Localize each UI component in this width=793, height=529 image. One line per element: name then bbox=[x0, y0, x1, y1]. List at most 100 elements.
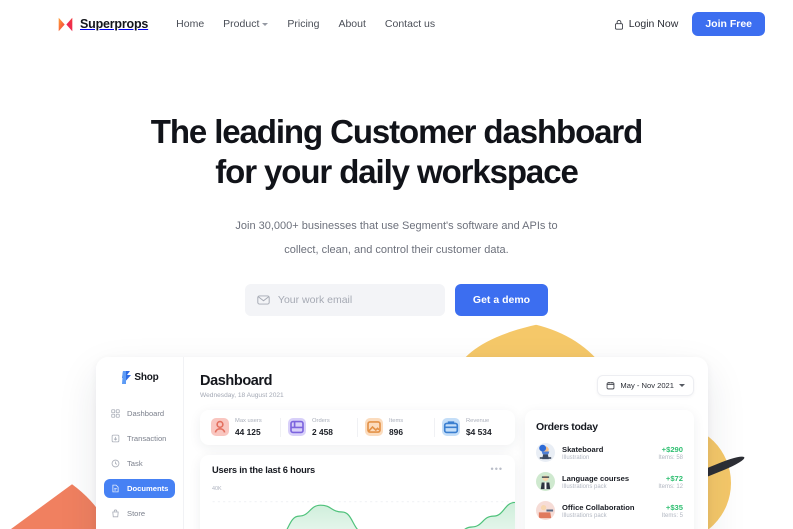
dashboard-header: Dashboard Wednesday, 18 August 2021 May … bbox=[200, 373, 694, 399]
shop-logo[interactable]: Shop bbox=[96, 371, 183, 384]
dashboard-panels: Max users 44 125 Orders 2 458 Items 896 … bbox=[200, 410, 694, 529]
nav-item-label: About bbox=[338, 18, 366, 30]
sidebar-item-label: Documents bbox=[127, 484, 169, 493]
order-list-item[interactable]: Office Collaboration Illustrations pack … bbox=[536, 501, 683, 520]
dashboard-sidebar: Shop Dashboard Transaction Task Document… bbox=[96, 357, 184, 529]
order-list-item[interactable]: Skateboard Illustration +$290 Items: 58 bbox=[536, 443, 683, 462]
office-avatar bbox=[536, 501, 555, 520]
users-area-chart bbox=[212, 500, 515, 529]
landing-page: Superprops Home Product Pricing About Co… bbox=[0, 0, 793, 529]
stats-card: Max users 44 125 Orders 2 458 Items 896 … bbox=[200, 410, 515, 445]
subtitle-line-1: Join 30,000+ businesses that use Segment… bbox=[235, 220, 558, 232]
grid-icon bbox=[111, 409, 120, 418]
sidebar-item-task[interactable]: Task bbox=[104, 454, 175, 473]
order-items-count: Items: 5 bbox=[661, 512, 683, 519]
page-title: The leading Customer dashboard for your … bbox=[0, 112, 793, 192]
date-range-picker[interactable]: May - Nov 2021 bbox=[597, 375, 694, 396]
chevron-down-icon bbox=[679, 384, 685, 387]
bag-icon bbox=[112, 509, 119, 518]
nav-item-home[interactable]: Home bbox=[176, 18, 204, 30]
login-label: Login Now bbox=[628, 18, 679, 30]
dashboard-right-column: Orders today Skateboard Illustration +$2… bbox=[525, 410, 694, 529]
get-a-demo-button[interactable]: Get a demo bbox=[454, 284, 549, 316]
language-avatar bbox=[536, 472, 555, 491]
stat-text: Items 896 bbox=[389, 418, 403, 437]
dashboard-title: Dashboard bbox=[200, 373, 273, 389]
hero-signup-form: Get a demo bbox=[0, 284, 793, 316]
stat-text: Orders 2 458 bbox=[312, 418, 333, 437]
subtitle-line-2: collect, clean, and control their custom… bbox=[284, 244, 509, 256]
stat-orders: Orders 2 458 bbox=[281, 418, 358, 437]
stat-label: Revenue bbox=[466, 418, 490, 424]
document-icon bbox=[112, 484, 119, 493]
sidebar-item-dashboard[interactable]: Dashboard bbox=[104, 404, 175, 423]
butterfly-logo-icon bbox=[58, 17, 73, 31]
order-subtitle: Illustrations pack bbox=[562, 512, 607, 519]
nav-item-pricing[interactable]: Pricing bbox=[287, 18, 319, 30]
top-right-actions: Login Now Join Free bbox=[614, 11, 765, 37]
user-icon bbox=[211, 418, 229, 437]
date-range-label: May - Nov 2021 bbox=[620, 381, 674, 390]
order-subtitle: Illustrations pack bbox=[562, 483, 607, 490]
mail-icon bbox=[257, 295, 270, 305]
sidebar-item-label: Dashboard bbox=[127, 409, 165, 418]
order-amount: +$35 bbox=[665, 502, 683, 512]
briefcase-icon bbox=[442, 418, 460, 437]
stat-max-users: Max users 44 125 bbox=[204, 418, 281, 437]
headline-line-2: for your daily workspace bbox=[215, 153, 579, 190]
sidebar-item-documents[interactable]: Documents bbox=[104, 479, 175, 498]
more-dots-icon[interactable]: ••• bbox=[491, 465, 503, 474]
stat-value: 44 125 bbox=[235, 426, 261, 437]
order-amounts: +$290 Items: 58 bbox=[658, 445, 683, 461]
calendar-icon bbox=[607, 381, 615, 390]
dashboard-left-column: Max users 44 125 Orders 2 458 Items 896 … bbox=[200, 410, 515, 529]
dashboard-heading-group: Dashboard Wednesday, 18 August 2021 bbox=[200, 373, 284, 399]
login-link[interactable]: Login Now bbox=[614, 18, 679, 30]
nav-item-about[interactable]: About bbox=[338, 18, 365, 30]
lock-icon bbox=[614, 19, 623, 30]
order-name: Language courses bbox=[562, 473, 630, 483]
join-free-button[interactable]: Join Free bbox=[692, 11, 765, 37]
stat-label: Max users bbox=[235, 418, 262, 424]
stat-value: 2 458 bbox=[312, 426, 333, 437]
download-icon bbox=[111, 434, 120, 443]
top-navigation-bar: Superprops Home Product Pricing About Co… bbox=[0, 0, 793, 48]
image-icon bbox=[365, 418, 383, 437]
order-subtitle: Illustration bbox=[562, 454, 590, 461]
clock-icon bbox=[111, 459, 120, 468]
email-field[interactable] bbox=[277, 294, 433, 306]
inbox-icon bbox=[288, 418, 306, 437]
chart-title: Users in the last 6 hours bbox=[212, 464, 315, 475]
brand-name: Superprops bbox=[80, 17, 149, 31]
orders-today-card: Orders today Skateboard Illustration +$2… bbox=[525, 410, 694, 529]
order-amount: +$72 bbox=[665, 473, 683, 483]
shop-logo-icon bbox=[122, 371, 132, 384]
order-items-count: Items: 58 bbox=[658, 454, 683, 461]
sidebar-item-transaction[interactable]: Transaction bbox=[104, 429, 175, 448]
email-input-wrapper[interactable] bbox=[244, 284, 445, 316]
nav-item-contact-us[interactable]: Contact us bbox=[385, 18, 435, 30]
users-chart-card: Users in the last 6 hours ••• 40K bbox=[200, 454, 515, 529]
order-list-item[interactable]: Language courses Illustrations pack +$72… bbox=[536, 472, 683, 491]
sidebar-item-store[interactable]: Store bbox=[104, 504, 175, 523]
brand-logo[interactable]: Superprops bbox=[57, 16, 148, 33]
sidebar-item-label: Store bbox=[127, 509, 146, 518]
chart-header: Users in the last 6 hours ••• bbox=[212, 465, 503, 475]
shop-logo-label: Shop bbox=[134, 372, 159, 383]
headline-line-1: The leading Customer dashboard bbox=[150, 113, 644, 150]
main-nav: Home Product Pricing About Contact us bbox=[176, 18, 435, 30]
nav-item-product[interactable]: Product bbox=[223, 18, 269, 30]
stat-value: 896 bbox=[389, 426, 403, 437]
order-info: Language courses Illustrations pack bbox=[562, 474, 651, 490]
order-name: Office Collaboration bbox=[562, 502, 635, 512]
order-amounts: +$72 Items: 12 bbox=[658, 474, 683, 490]
nav-item-label: Home bbox=[176, 18, 205, 30]
order-amounts: +$35 Items: 5 bbox=[662, 503, 683, 519]
dashboard-mockup: Shop Dashboard Transaction Task Document… bbox=[96, 357, 708, 529]
orders-today-title: Orders today bbox=[536, 421, 598, 433]
order-items-count: Items: 12 bbox=[658, 483, 683, 490]
stat-text: Revenue $4 534 bbox=[466, 418, 492, 437]
hero-subtitle: Join 30,000+ businesses that use Segment… bbox=[0, 214, 793, 262]
nav-item-label: Pricing bbox=[287, 18, 320, 30]
order-info: Skateboard Illustration bbox=[562, 445, 651, 461]
